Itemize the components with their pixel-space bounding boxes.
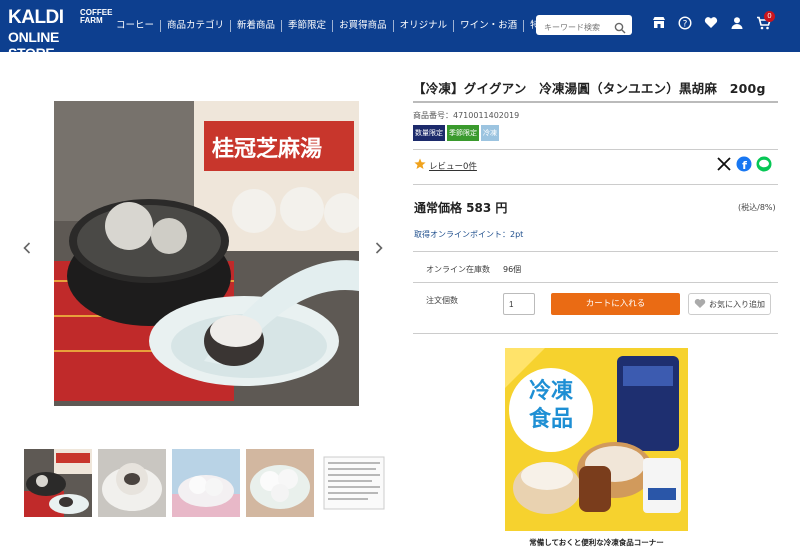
nav-categories[interactable]: 商品カテゴリ	[161, 20, 232, 32]
banner-line1: 冷凍	[529, 378, 574, 404]
cart-icon[interactable]: 0	[750, 11, 776, 34]
product-tags: 数量限定 季節限定 冷凍	[413, 125, 501, 141]
review-row: レビュー0件	[414, 158, 477, 173]
thumbnail-5[interactable]	[320, 449, 388, 517]
tax-note: (税込/8%)	[738, 203, 776, 212]
nav-bargain[interactable]: お買得商品	[333, 20, 394, 32]
x-share-icon[interactable]	[716, 156, 732, 176]
store-icon[interactable]	[646, 16, 672, 34]
logo-brand: KALDI	[8, 7, 64, 28]
heart-icon[interactable]	[698, 16, 724, 34]
logo-coffee-farm: COFFEE FARM	[80, 8, 113, 25]
divider	[413, 282, 778, 283]
search-box	[536, 15, 632, 38]
title-divider	[413, 101, 778, 103]
star-icon	[414, 158, 426, 173]
frozen-food-banner[interactable]: 冷凍 食品	[505, 348, 688, 531]
add-to-cart-button[interactable]: カートに入れる	[551, 293, 680, 315]
nav-coffee[interactable]: コーヒー	[110, 20, 162, 32]
banner-line2: 食品	[529, 406, 573, 432]
banner-caption[interactable]: 常備しておくと便利な冷凍食品コーナー	[505, 537, 688, 548]
price: 通常価格 583 円	[414, 201, 508, 215]
nav-new[interactable]: 新着商品	[231, 20, 283, 32]
user-icon[interactable]	[724, 16, 750, 34]
site-header: KALDI COFFEE FARM ONLINE STORE コーヒー 商品カテゴ…	[0, 0, 800, 61]
heart-outline-icon	[694, 298, 706, 311]
search-input[interactable]	[536, 17, 608, 38]
product-title: 【冷凍】グイグアン 冷凍湯圓（タンユエン）黒胡麻 200g	[413, 81, 766, 96]
search-icon[interactable]	[614, 19, 626, 38]
tag-limited-quantity: 数量限定	[413, 125, 445, 141]
thumbnail-2[interactable]	[98, 449, 166, 517]
quantity-input[interactable]	[503, 293, 535, 315]
product-number: 商品番号：4710011402019	[413, 111, 520, 120]
main-product-image[interactable]: 桂冠芝麻湯	[54, 101, 359, 406]
cart-count-badge: 0	[764, 11, 775, 22]
divider	[413, 184, 778, 185]
tag-frozen: 冷凍	[481, 125, 499, 141]
divider	[413, 333, 778, 334]
prev-image-arrow[interactable]	[17, 236, 37, 260]
divider	[413, 251, 778, 252]
package-text: 桂冠芝麻湯	[212, 136, 322, 162]
header-icons: ? 0	[646, 11, 776, 34]
add-favorite-button[interactable]: お気に入り追加	[688, 293, 771, 315]
logo-online-store: ONLINE STORE	[8, 29, 60, 61]
thumbnail-1[interactable]	[24, 449, 92, 517]
online-points: 取得オンラインポイント：2pt	[414, 230, 524, 239]
divider	[413, 149, 778, 150]
facebook-share-icon[interactable]: f	[736, 156, 752, 176]
svg-text:?: ?	[683, 20, 688, 30]
share-buttons: f	[716, 156, 776, 176]
thumbnail-strip	[24, 449, 394, 517]
thumbnail-3[interactable]	[172, 449, 240, 517]
nav-wine[interactable]: ワイン・お酒	[454, 20, 525, 32]
quantity-label: 注文個数	[426, 296, 458, 305]
nav-seasonal[interactable]: 季節限定	[282, 20, 334, 32]
line-share-icon[interactable]	[756, 156, 772, 176]
stock-label: オンライン在庫数	[426, 265, 490, 274]
nav-original[interactable]: オリジナル	[394, 20, 455, 32]
help-icon[interactable]: ?	[672, 16, 698, 34]
next-image-arrow[interactable]	[369, 236, 389, 260]
stock-value: 96個	[503, 265, 522, 274]
main-nav: コーヒー 商品カテゴリ 新着商品 季節限定 お買得商品 オリジナル ワイン・お酒…	[110, 0, 555, 52]
review-link[interactable]: レビュー0件	[429, 160, 477, 172]
kaldi-logo[interactable]: KALDI COFFEE FARM ONLINE STORE	[8, 7, 112, 61]
svg-text:f: f	[742, 159, 747, 172]
favorite-label: お気に入り追加	[709, 299, 765, 309]
thumbnail-4[interactable]	[246, 449, 314, 517]
tag-seasonal: 季節限定	[447, 125, 479, 141]
